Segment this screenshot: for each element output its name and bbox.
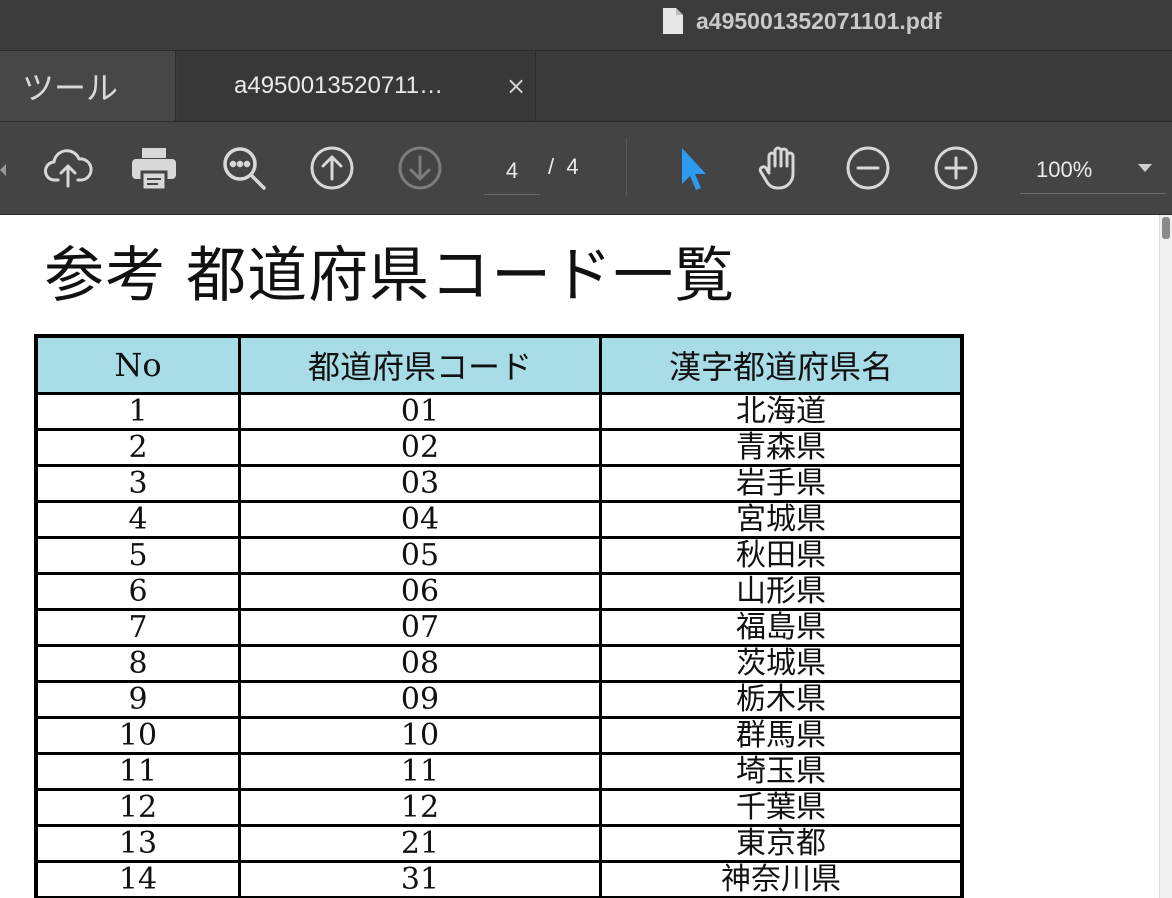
cell-name: 山形県 <box>599 572 964 611</box>
cell-name: 茨城県 <box>599 644 964 683</box>
cell-code: 02 <box>238 428 602 467</box>
hand-tool-icon[interactable] <box>754 142 806 194</box>
table-row: 14 31 神奈川県 <box>34 860 964 898</box>
left-panel-caret-icon[interactable] <box>0 164 6 176</box>
cell-code: 03 <box>238 464 602 503</box>
cell-code: 11 <box>238 752 602 791</box>
cell-code: 08 <box>238 644 602 683</box>
cell-no: 7 <box>34 608 241 647</box>
cell-no: 13 <box>34 824 241 863</box>
table-row: 12 12 千葉県 <box>34 788 964 827</box>
cell-name: 東京都 <box>599 824 964 863</box>
cell-no: 10 <box>34 716 241 755</box>
cell-no: 8 <box>34 644 241 683</box>
search-icon[interactable] <box>218 142 270 194</box>
zoom-in-icon[interactable] <box>930 142 982 194</box>
main-toolbar: / 4 100% <box>0 122 1172 215</box>
tab-bar: ツール a4950013520711… × <box>0 51 1172 122</box>
cell-no: 1 <box>34 392 241 431</box>
cell-name: 北海道 <box>599 392 964 431</box>
print-icon[interactable] <box>128 142 180 194</box>
cell-code: 21 <box>238 824 602 863</box>
cell-code: 04 <box>238 500 602 539</box>
cell-name: 神奈川県 <box>599 860 964 898</box>
table-row: 11 11 埼玉県 <box>34 752 964 791</box>
cell-no: 14 <box>34 860 241 898</box>
cell-code: 10 <box>238 716 602 755</box>
table-row: 5 05 秋田県 <box>34 536 964 575</box>
prefecture-code-table: No 都道府県コード 漢字都道府県名 1 01 北海道 2 02 青森県 3 03 岩手県 4 04… <box>34 334 964 898</box>
window-title: a495001352071101.pdf <box>696 7 942 34</box>
chevron-down-icon <box>1138 164 1152 172</box>
document-file-icon <box>663 8 683 34</box>
column-header-no: No <box>34 334 241 395</box>
table-header-row: No 都道府県コード 漢字都道府県名 <box>34 334 964 395</box>
page-total-label: / 4 <box>548 154 579 179</box>
cell-no: 2 <box>34 428 241 467</box>
tab-close-button[interactable]: × <box>506 72 526 100</box>
toolbar-divider <box>626 138 627 196</box>
column-header-name: 漢字都道府県名 <box>599 334 964 395</box>
cell-name: 岩手県 <box>599 464 964 503</box>
window-titlebar: a495001352071101.pdf <box>0 0 1172 51</box>
zoom-out-icon[interactable] <box>842 142 894 194</box>
document-viewer[interactable]: 参考 都道府県コード一覧 No 都道府県コード 漢字都道府県名 1 01 北海道 2 0… <box>0 215 1172 898</box>
cell-code: 06 <box>238 572 602 611</box>
column-header-code: 都道府県コード <box>238 334 602 395</box>
vertical-scrollbar[interactable] <box>1159 215 1172 898</box>
table-row: 9 09 栃木県 <box>34 680 964 719</box>
cell-code: 01 <box>238 392 602 431</box>
cell-no: 4 <box>34 500 241 539</box>
table-row: 10 10 群馬県 <box>34 716 964 755</box>
page-title: 参考 都道府県コード一覧 <box>44 241 736 311</box>
cell-name: 栃木県 <box>599 680 964 719</box>
cell-no: 3 <box>34 464 241 503</box>
cell-name: 埼玉県 <box>599 752 964 791</box>
page-down-icon[interactable] <box>394 142 446 194</box>
table-row: 3 03 岩手県 <box>34 464 964 503</box>
page-number-input[interactable] <box>484 148 540 195</box>
cell-no: 5 <box>34 536 241 575</box>
upload-cloud-icon[interactable] <box>42 142 94 194</box>
cell-code: 12 <box>238 788 602 827</box>
table-body: 1 01 北海道 2 02 青森県 3 03 岩手県 4 04 宮城県 5 05 秋田県 6 06 山形県 7 07 福… <box>34 392 964 898</box>
window-title-group: a495001352071101.pdf <box>662 6 942 36</box>
zoom-level-value: 100% <box>1036 156 1093 182</box>
cell-no: 9 <box>34 680 241 719</box>
cell-name: 秋田県 <box>599 536 964 575</box>
cell-name: 青森県 <box>599 428 964 467</box>
scrollbar-thumb[interactable] <box>1162 217 1170 239</box>
tab-tools-label: ツール <box>22 69 119 107</box>
cell-code: 05 <box>238 536 602 575</box>
tab-tools[interactable]: ツール <box>0 51 176 121</box>
cell-code: 31 <box>238 860 602 898</box>
cell-name: 宮城県 <box>599 500 964 539</box>
table-row: 13 21 東京都 <box>34 824 964 863</box>
cell-name: 千葉県 <box>599 788 964 827</box>
table-row: 7 07 福島県 <box>34 608 964 647</box>
cell-no: 6 <box>34 572 241 611</box>
table-row: 6 06 山形県 <box>34 572 964 611</box>
table-row: 2 02 青森県 <box>34 428 964 467</box>
tab-document[interactable]: a4950013520711… × <box>178 51 536 121</box>
cell-code: 07 <box>238 608 602 647</box>
cell-name: 群馬県 <box>599 716 964 755</box>
cell-code: 09 <box>238 680 602 719</box>
zoom-level-select[interactable]: 100% <box>1020 146 1166 194</box>
tab-document-label: a4950013520711… <box>234 72 444 99</box>
cell-no: 11 <box>34 752 241 791</box>
table-row: 8 08 茨城県 <box>34 644 964 683</box>
cell-name: 福島県 <box>599 608 964 647</box>
page-up-icon[interactable] <box>306 142 358 194</box>
table-row: 1 01 北海道 <box>34 392 964 431</box>
select-cursor-icon[interactable] <box>668 142 720 194</box>
table-row: 4 04 宮城県 <box>34 500 964 539</box>
cell-no: 12 <box>34 788 241 827</box>
